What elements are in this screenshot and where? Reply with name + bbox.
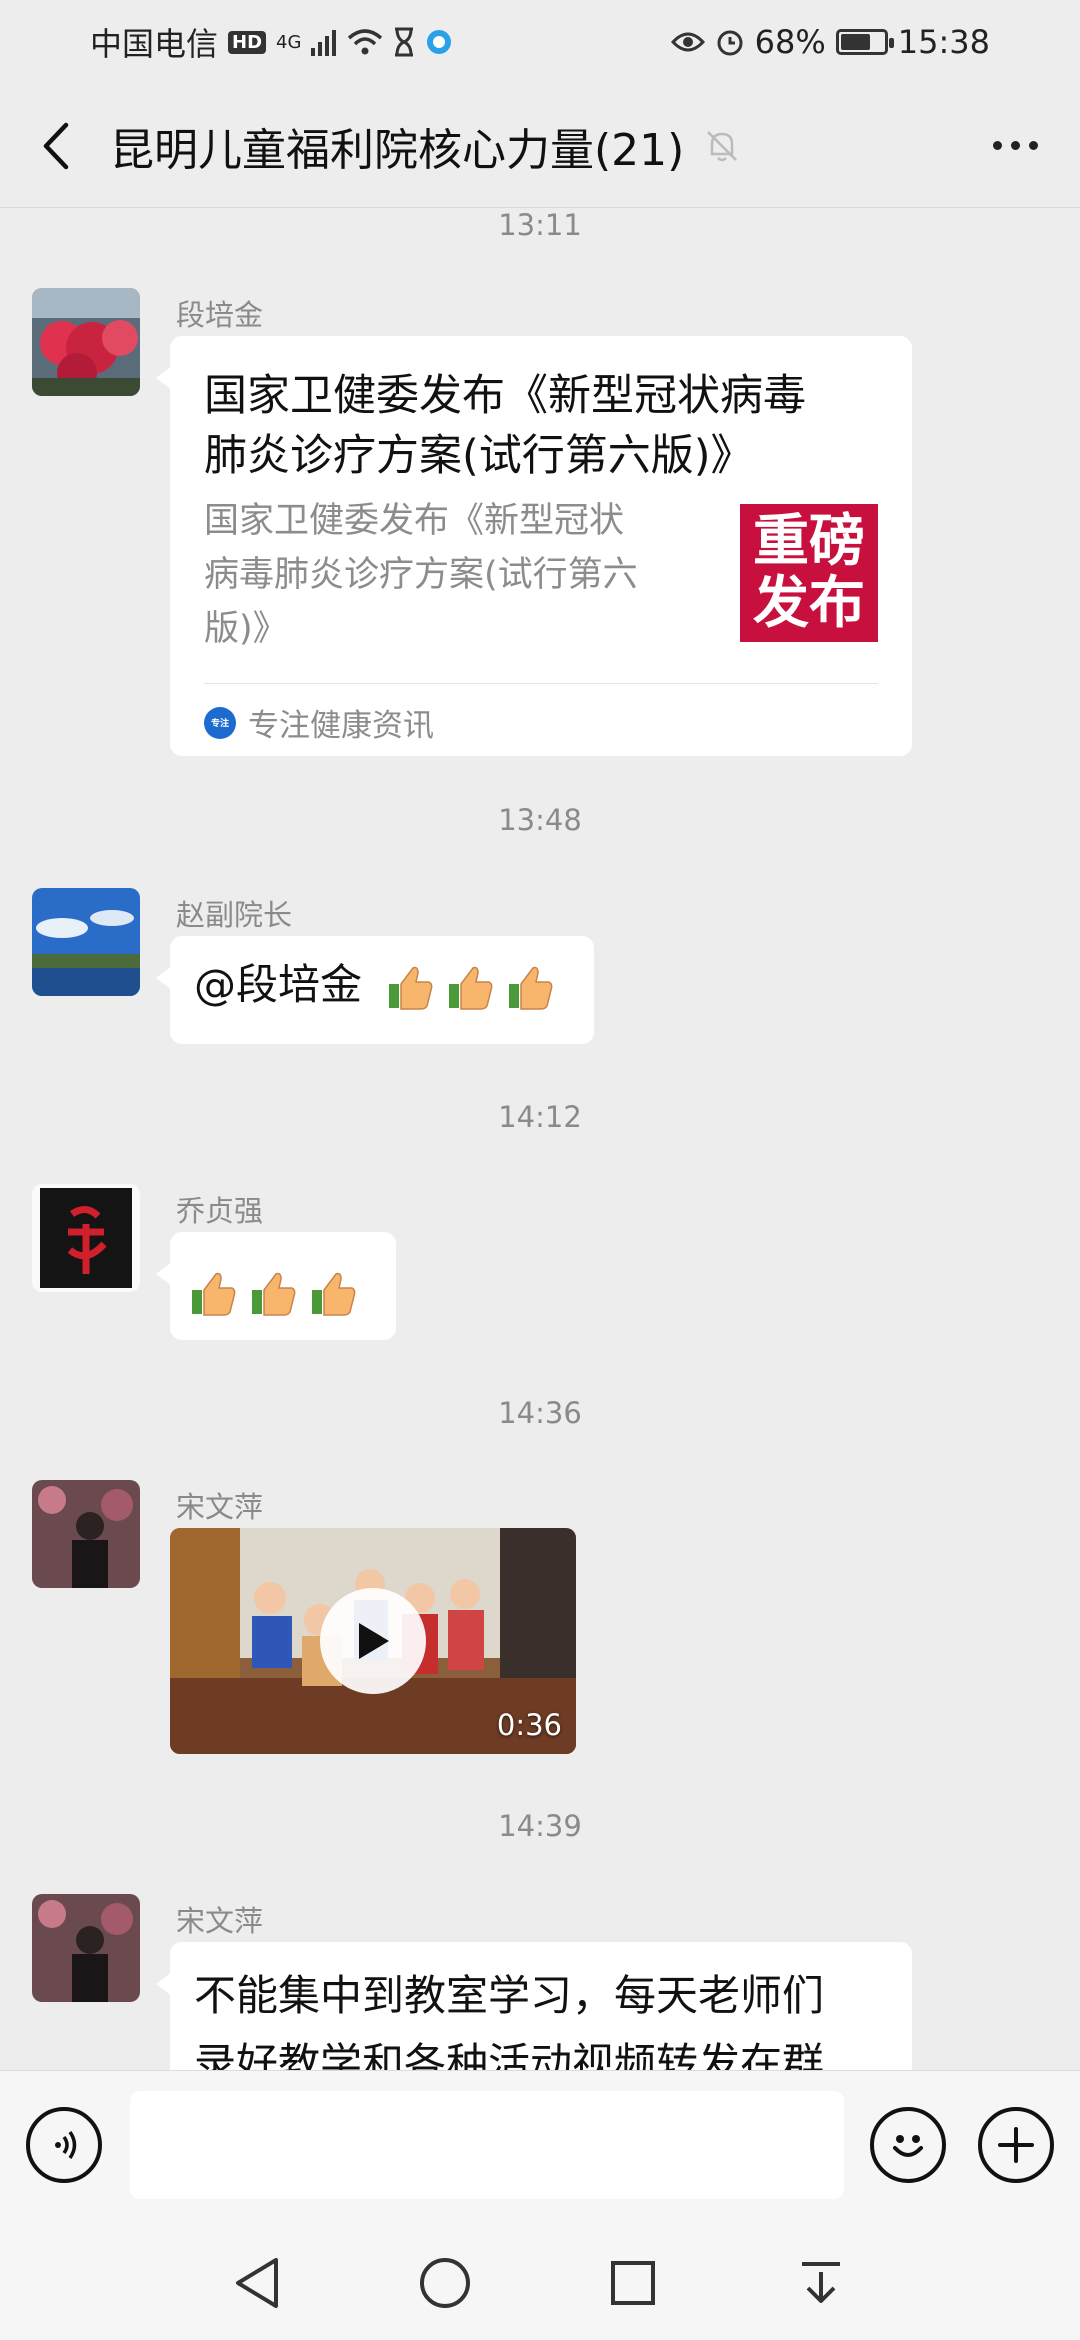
link-desc-line: 病毒肺炎诊疗方案(试行第六 bbox=[204, 555, 638, 595]
link-title: 国家卫健委发布《新型冠状病毒 肺炎诊疗方案(试行第六版)》 bbox=[204, 366, 864, 486]
message-line: 不能集中到教室学习，每天老师们 bbox=[194, 1971, 825, 2020]
more-options-button[interactable] bbox=[950, 84, 1080, 208]
message-text bbox=[188, 1260, 360, 1322]
chat-title: 昆明儿童福利院核心力量(21) bbox=[110, 124, 685, 176]
avatar[interactable] bbox=[32, 1480, 140, 1588]
nav-pulldown-icon bbox=[802, 2262, 840, 2303]
avatar[interactable] bbox=[32, 1894, 140, 2002]
eye-icon bbox=[670, 32, 705, 52]
thumb-text: 重磅 bbox=[753, 509, 865, 574]
input-bar bbox=[0, 2070, 1080, 2226]
nav-recent-icon bbox=[611, 2261, 655, 2305]
avatar-image bbox=[32, 888, 140, 996]
carrier-label: 中国电信 bbox=[90, 25, 219, 63]
emoji-button[interactable] bbox=[870, 2107, 946, 2183]
message-bubble[interactable]: @段培金 bbox=[156, 936, 594, 1044]
timestamp: 13:48 bbox=[498, 803, 582, 837]
nav-home-icon bbox=[420, 2258, 470, 2308]
battery-icon bbox=[835, 29, 894, 55]
voice-button[interactable] bbox=[26, 2107, 102, 2183]
more-dot bbox=[992, 141, 1002, 150]
message-text: @段培金 bbox=[194, 954, 557, 1016]
chat-header: 昆明儿童福利院核心力量(21) bbox=[0, 84, 1080, 208]
nav-back-icon bbox=[236, 2258, 278, 2308]
message-input[interactable] bbox=[130, 2091, 844, 2199]
emoji-group bbox=[188, 1268, 360, 1320]
timestamp: 14:12 bbox=[498, 1100, 582, 1134]
status-left: 中国电信 HD 4G bbox=[90, 19, 453, 65]
avatar-image bbox=[32, 288, 140, 396]
thumbs-up-icon bbox=[509, 966, 553, 1010]
divider bbox=[204, 683, 878, 684]
link-title-line: 肺炎诊疗方案(试行第六版)》 bbox=[204, 431, 754, 481]
link-description: 国家卫健委发布《新型冠状 病毒肺炎诊疗方案(试行第六 版)》 bbox=[204, 494, 684, 656]
timestamp: 14:39 bbox=[498, 1809, 582, 1843]
more-dot bbox=[1028, 141, 1038, 150]
timestamp: 13:11 bbox=[498, 208, 582, 242]
chat-list[interactable]: 13:11 段培金 国家卫健委发布《新型冠状病毒 肺炎诊疗方案(试行第六版)》 … bbox=[0, 208, 1080, 2070]
avatar-image bbox=[32, 1480, 140, 1588]
message-text: 不能集中到教室学习，每天老师们 录好教学和各种活动视频转发在群 bbox=[194, 1962, 824, 2070]
sender-name: 宋文萍 bbox=[176, 1904, 264, 1938]
timestamp: 14:36 bbox=[498, 1396, 582, 1430]
thumb-text: 发布 bbox=[753, 571, 865, 636]
hourglass-icon bbox=[395, 27, 414, 57]
hd-badge: HD bbox=[228, 30, 267, 54]
signal-icon bbox=[311, 30, 337, 56]
source-name: 专注健康资讯 bbox=[248, 708, 434, 744]
sender-name: 段培金 bbox=[176, 298, 264, 332]
link-thumbnail: 重磅 发布 bbox=[740, 504, 878, 642]
voice-icon bbox=[55, 2131, 77, 2159]
emoji-group bbox=[385, 962, 557, 1014]
status-bar: 中国电信 HD 4G 68% 15:38 bbox=[0, 0, 1080, 84]
message-bubble[interactable] bbox=[156, 1232, 396, 1340]
nav-home-button[interactable] bbox=[410, 2248, 480, 2318]
back-arrow-icon bbox=[43, 122, 69, 169]
thumbs-up-icon bbox=[449, 966, 493, 1010]
sender-name: 乔贞强 bbox=[176, 1194, 264, 1228]
message-line: 录好教学和各种活动视频转发在群 bbox=[194, 2039, 825, 2070]
link-card[interactable]: 国家卫健委发布《新型冠状病毒 肺炎诊疗方案(试行第六版)》 国家卫健委发布《新型… bbox=[156, 336, 912, 756]
bell-off-icon bbox=[707, 130, 738, 161]
thumbs-up-icon bbox=[389, 966, 433, 1010]
video-duration: 0:36 bbox=[496, 1708, 562, 1742]
mention-text: @段培金 bbox=[194, 960, 363, 1009]
avatar[interactable] bbox=[32, 288, 140, 396]
thumbs-up-icon bbox=[312, 1272, 356, 1316]
avatar[interactable] bbox=[32, 1184, 140, 1292]
nav-pulldown-button[interactable] bbox=[786, 2248, 856, 2318]
battery-fill bbox=[840, 34, 870, 50]
avatar-image bbox=[32, 1894, 140, 2002]
thumbs-up-icon bbox=[192, 1272, 236, 1316]
play-button[interactable] bbox=[320, 1588, 426, 1694]
avatar-image bbox=[32, 1184, 140, 1292]
nav-recent-button[interactable] bbox=[598, 2248, 668, 2318]
battery-percent: 68% bbox=[754, 23, 826, 61]
source-logo-icon: 专注 bbox=[204, 706, 236, 739]
link-desc-line: 版)》 bbox=[204, 609, 288, 649]
avatar[interactable] bbox=[32, 888, 140, 996]
link-source: 专注 专注健康资讯 bbox=[204, 700, 434, 745]
link-title-line: 国家卫健委发布《新型冠状病毒 bbox=[204, 371, 806, 421]
play-icon bbox=[359, 1623, 389, 1659]
app-notification-icon bbox=[427, 30, 452, 54]
back-button[interactable] bbox=[0, 84, 110, 208]
thumbs-up-icon bbox=[252, 1272, 296, 1316]
nav-back-button[interactable] bbox=[222, 2248, 292, 2318]
sender-name: 宋文萍 bbox=[176, 1490, 264, 1524]
system-nav-bar bbox=[0, 2226, 1080, 2340]
plus-button[interactable] bbox=[978, 2107, 1054, 2183]
video-message[interactable]: 0:36 bbox=[170, 1528, 576, 1754]
sender-name: 赵副院长 bbox=[176, 898, 293, 932]
network-type: 4G bbox=[276, 31, 302, 53]
status-right: 68% 15:38 bbox=[670, 23, 990, 61]
message-bubble[interactable]: 不能集中到教室学习，每天老师们 录好教学和各种活动视频转发在群 bbox=[156, 1942, 912, 2070]
link-desc-line: 国家卫健委发布《新型冠状 bbox=[204, 501, 625, 541]
plus-icon bbox=[998, 2127, 1034, 2163]
more-dot bbox=[1010, 141, 1020, 150]
alarm-icon bbox=[717, 30, 743, 56]
wifi-icon bbox=[348, 29, 383, 55]
clock: 15:38 bbox=[897, 23, 990, 61]
emoji-icon bbox=[893, 2135, 923, 2157]
